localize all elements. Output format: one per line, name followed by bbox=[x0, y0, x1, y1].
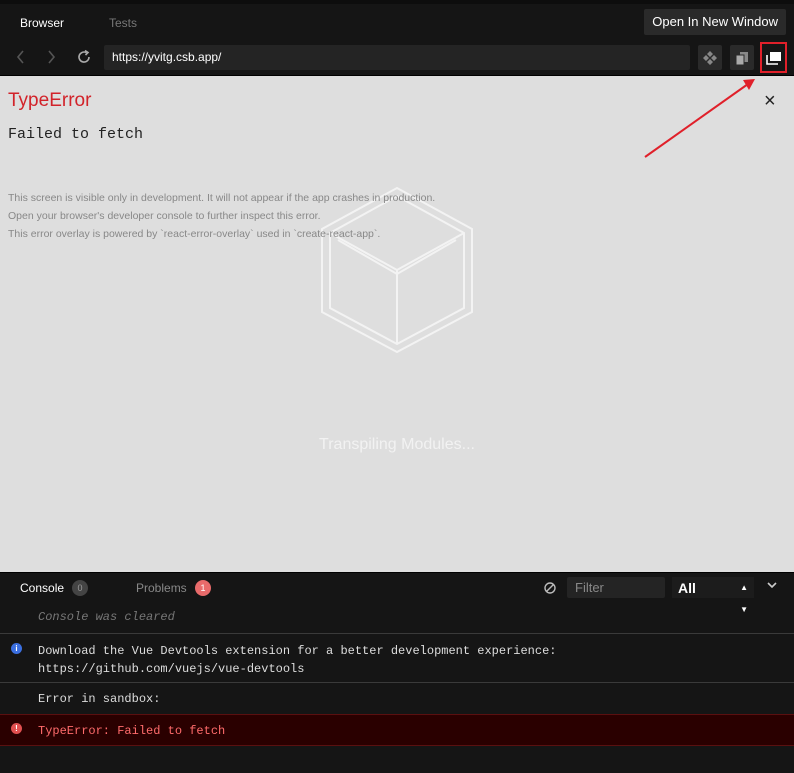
annotation-arrow bbox=[644, 79, 755, 158]
codesandbox-preview: Browser Tests Open In New Window https:/… bbox=[0, 0, 794, 773]
